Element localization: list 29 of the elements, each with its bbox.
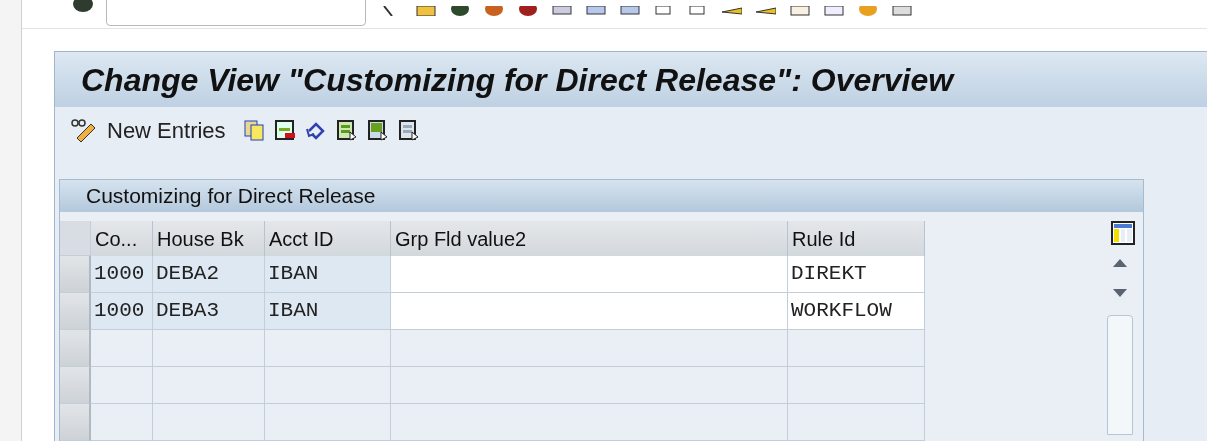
select-block-icon[interactable] — [367, 119, 389, 141]
input-field[interactable] — [391, 256, 788, 293]
table-cell: IBAN — [265, 256, 391, 293]
delete-row-icon[interactable] — [274, 119, 296, 141]
column-header[interactable]: Rule Id — [788, 221, 925, 256]
deselect-all-icon[interactable] — [398, 119, 420, 141]
column-settings-icon[interactable] — [1111, 221, 1135, 245]
table-cell — [91, 330, 153, 367]
column-header[interactable]: Co... — [91, 221, 153, 256]
table-cell: 1000 — [91, 293, 153, 330]
table-title: Customizing for Direct Release — [86, 183, 376, 210]
new-entries-button[interactable]: New Entries — [107, 113, 226, 147]
table-cell: DEBA2 — [153, 256, 265, 293]
table-cell — [91, 367, 153, 404]
table-cell: 1000 — [91, 256, 153, 293]
column-header[interactable]: Grp Fld value2 — [391, 221, 788, 256]
input-field[interactable]: WORKFLOW — [788, 293, 925, 330]
copy-icon[interactable] — [243, 119, 265, 141]
table-cell — [91, 404, 153, 441]
column-header[interactable]: House Bk — [153, 221, 265, 256]
table-cell: IBAN — [265, 293, 391, 330]
table-cell: DEBA3 — [153, 293, 265, 330]
input-field[interactable] — [391, 293, 788, 330]
column-header[interactable]: Acct ID — [265, 221, 391, 256]
input-field[interactable]: DIREKT — [788, 256, 925, 293]
window-title: Change View "Customizing for Direct Release": Overview — [81, 60, 954, 100]
scrollbar-thumb[interactable] — [1107, 315, 1133, 435]
pencil-glasses-icon[interactable] — [69, 118, 97, 142]
select-all-icon[interactable] — [336, 119, 358, 141]
